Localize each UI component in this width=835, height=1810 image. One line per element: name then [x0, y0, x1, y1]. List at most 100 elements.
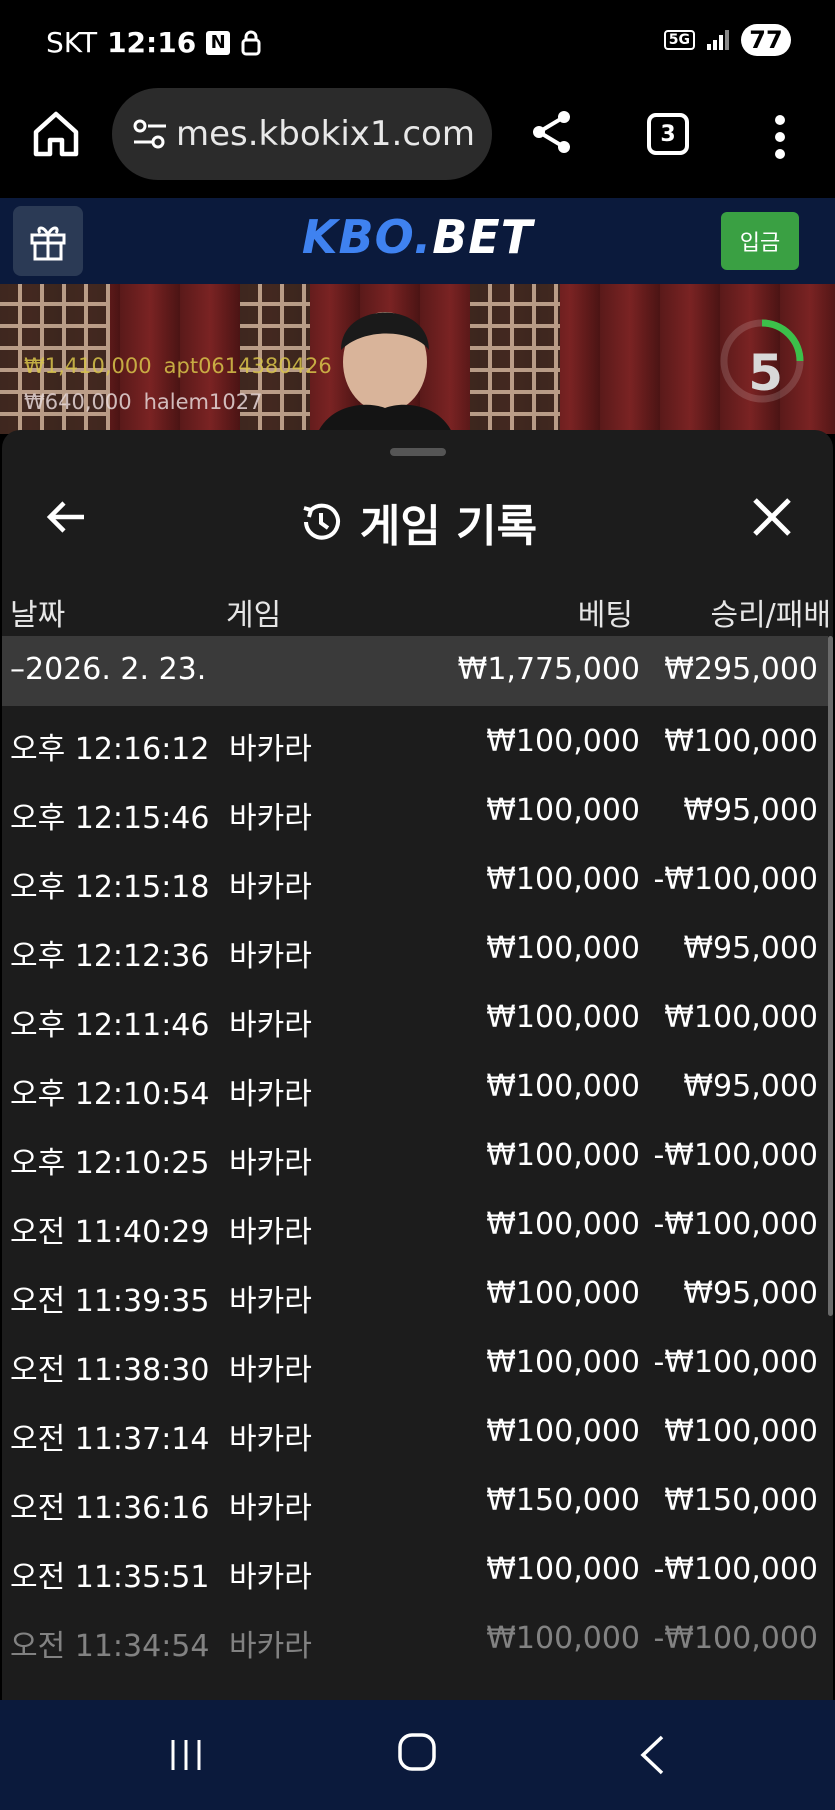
column-date: 날짜: [10, 598, 66, 633]
table-row[interactable]: 오전 11:40:29 바카라 ₩100,000 -₩100,000: [2, 1189, 828, 1258]
row-time: 오후 12:10:25: [10, 1146, 210, 1181]
column-game: 게임: [226, 598, 282, 633]
row-game: 바카라: [229, 1215, 312, 1250]
row-game: 바카라: [229, 1077, 312, 1112]
row-game: 바카라: [229, 870, 312, 905]
table-header: 날짜 게임 베팅 승리/패배: [2, 580, 833, 640]
row-bet: ₩100,000: [486, 793, 640, 828]
clock: 12:16: [107, 26, 197, 59]
table-row[interactable]: 오전 11:37:14 바카라 ₩100,000 ₩100,000: [2, 1396, 828, 1465]
row-result: ₩150,000: [664, 1483, 818, 1518]
row-result: ₩95,000: [683, 931, 818, 966]
back-nav-icon[interactable]: [638, 1734, 666, 1776]
row-bet: ₩100,000: [486, 862, 640, 897]
group-date: –2026. 2. 23.: [10, 652, 207, 687]
row-time: 오전 11:40:29: [10, 1215, 210, 1250]
row-game: 바카라: [229, 1353, 312, 1388]
table-row[interactable]: 오후 12:10:25 바카라 ₩100,000 -₩100,000: [2, 1120, 828, 1189]
row-bet: ₩100,000: [486, 1276, 640, 1311]
row-game: 바카라: [229, 801, 312, 836]
row-game: 바카라: [229, 1491, 312, 1526]
close-icon[interactable]: [751, 496, 793, 538]
row-time: 오후 12:12:36: [10, 939, 210, 974]
group-result-total: ₩295,000: [664, 652, 818, 687]
row-result: -₩100,000: [653, 862, 818, 897]
row-time: 오전 11:36:16: [10, 1491, 210, 1526]
table-row[interactable]: 오후 12:15:18 바카라 ₩100,000 -₩100,000: [2, 844, 828, 913]
row-bet: ₩100,000: [486, 931, 640, 966]
lock-icon: [241, 30, 261, 55]
drag-handle[interactable]: [390, 448, 446, 456]
row-result: ₩95,000: [683, 1069, 818, 1104]
table-row[interactable]: 오전 11:34:54 바카라 ₩100,000 -₩100,000: [2, 1603, 828, 1672]
scrollbar[interactable]: [828, 636, 833, 1316]
row-bet: ₩100,000: [486, 1621, 640, 1656]
game-history-sheet: 게임 기록 날짜 게임 베팅 승리/패배 –2026. 2. 23. ₩1,77…: [2, 430, 833, 1700]
browser-toolbar: mes.kbokix1.com 3: [0, 86, 835, 198]
row-time: 오전 11:38:30: [10, 1353, 210, 1388]
carrier-label: SKT: [46, 26, 98, 59]
table-row[interactable]: 오전 11:35:51 바카라 ₩100,000 -₩100,000: [2, 1534, 828, 1603]
row-result: -₩100,000: [653, 1552, 818, 1587]
row-time: 오후 12:15:46: [10, 801, 210, 836]
row-game: 바카라: [229, 732, 312, 767]
column-bet: 베팅: [577, 598, 633, 633]
site-header: KBO.BET 입금: [0, 198, 835, 284]
row-bet: ₩100,000: [486, 1207, 640, 1242]
site-settings-icon[interactable]: [130, 114, 170, 154]
address-bar[interactable]: mes.kbokix1.com: [112, 88, 492, 180]
row-bet: ₩100,000: [486, 1000, 640, 1035]
row-bet: ₩100,000: [486, 1138, 640, 1173]
date-group-row[interactable]: –2026. 2. 23. ₩1,775,000 ₩295,000: [2, 636, 828, 706]
network-type-icon: 5G: [663, 30, 695, 50]
history-list: 오후 12:16:12 바카라 ₩100,000 ₩100,000 오후 12:15:4…: [2, 706, 828, 1672]
share-icon[interactable]: [528, 108, 576, 156]
column-result: 승리/패배: [710, 598, 831, 633]
url-text[interactable]: mes.kbokix1.com: [176, 114, 475, 154]
row-game: 바카라: [229, 939, 312, 974]
more-menu-icon[interactable]: [770, 114, 790, 160]
battery-indicator: 77: [741, 24, 791, 56]
tab-switcher-button[interactable]: 3: [647, 113, 689, 155]
winner-entry: ₩1,410,000 apt0614380426: [24, 354, 332, 378]
row-game: 바카라: [229, 1560, 312, 1595]
live-video: ₩1,410,000 apt0614380426 ₩640,000 halem102…: [0, 284, 835, 434]
row-game: 바카라: [229, 1008, 312, 1043]
row-result: -₩100,000: [653, 1345, 818, 1380]
table-row[interactable]: 오후 12:15:46 바카라 ₩100,000 ₩95,000: [2, 775, 828, 844]
table-row[interactable]: 오후 12:12:36 바카라 ₩100,000 ₩95,000: [2, 913, 828, 982]
countdown-number: 5: [748, 344, 783, 402]
status-bar: SKT 12:16 N 5G 77: [0, 0, 835, 86]
row-time: 오후 12:16:12: [10, 732, 210, 767]
winner-entry: ₩640,000 halem1027: [24, 390, 263, 414]
row-time: 오후 12:10:54: [10, 1077, 210, 1112]
row-bet: ₩100,000: [486, 1552, 640, 1587]
row-result: -₩100,000: [653, 1207, 818, 1242]
row-result: ₩100,000: [664, 1414, 818, 1449]
row-time: 오후 12:15:18: [10, 870, 210, 905]
recent-apps-icon[interactable]: [168, 1736, 204, 1774]
row-result: -₩100,000: [653, 1138, 818, 1173]
row-time: 오전 11:34:54: [10, 1629, 210, 1664]
row-result: -₩100,000: [653, 1621, 818, 1656]
history-icon: [303, 503, 340, 540]
row-result: ₩95,000: [683, 793, 818, 828]
table-row[interactable]: 오전 11:36:16 바카라 ₩150,000 ₩150,000: [2, 1465, 828, 1534]
row-time: 오전 11:37:14: [10, 1422, 210, 1457]
row-bet: ₩100,000: [486, 1069, 640, 1104]
table-row[interactable]: 오후 12:10:54 바카라 ₩100,000 ₩95,000: [2, 1051, 828, 1120]
table-row[interactable]: 오전 11:38:30 바카라 ₩100,000 -₩100,000: [2, 1327, 828, 1396]
row-game: 바카라: [229, 1146, 312, 1181]
system-nav-bar: [0, 1700, 835, 1810]
row-time: 오전 11:39:35: [10, 1284, 210, 1319]
home-nav-icon[interactable]: [397, 1732, 437, 1772]
deposit-button[interactable]: 입금: [721, 212, 799, 270]
home-icon[interactable]: [30, 108, 82, 160]
sheet-header: 게임 기록: [2, 474, 833, 566]
table-row[interactable]: 오후 12:11:46 바카라 ₩100,000 ₩100,000: [2, 982, 828, 1051]
table-row[interactable]: 오후 12:16:12 바카라 ₩100,000 ₩100,000: [2, 706, 828, 775]
site-logo[interactable]: KBO.BET: [0, 210, 835, 264]
nfc-icon: N: [206, 30, 231, 55]
row-bet: ₩100,000: [486, 724, 640, 759]
table-row[interactable]: 오전 11:39:35 바카라 ₩100,000 ₩95,000: [2, 1258, 828, 1327]
